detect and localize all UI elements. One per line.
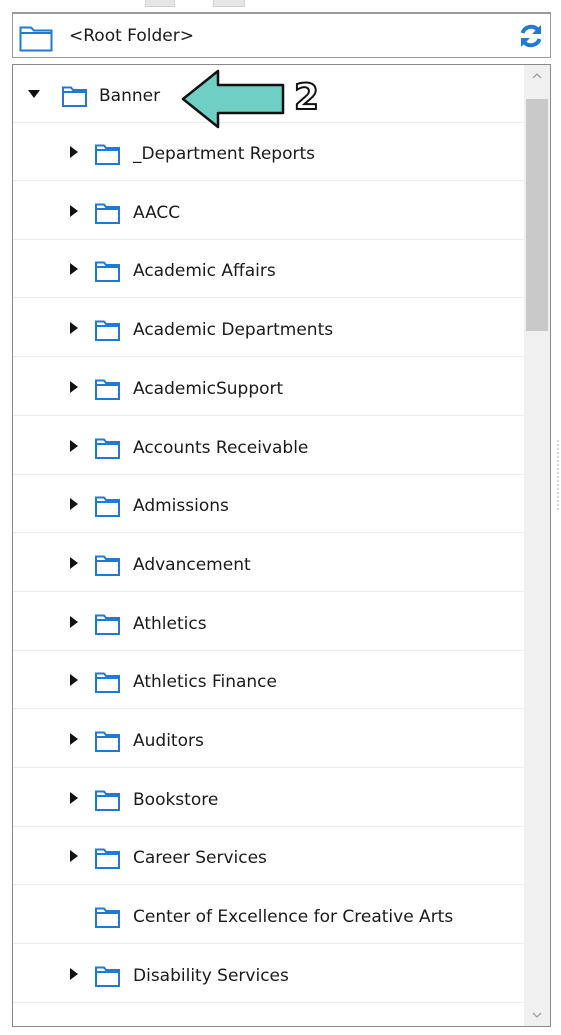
caret-right-icon[interactable] <box>67 967 81 981</box>
folder-icon <box>95 496 120 518</box>
tree-item[interactable]: Athletics <box>13 593 524 651</box>
tree-item[interactable]: Advancement <box>13 534 524 592</box>
tree-item-label: Auditors <box>133 731 204 751</box>
tree-item-label: AcademicSupport <box>133 378 284 399</box>
caret-right-icon[interactable] <box>67 497 81 511</box>
folder-icon <box>95 966 120 987</box>
folder-icon <box>95 438 120 459</box>
caret-right-icon[interactable] <box>67 791 81 805</box>
folder-icon <box>95 320 120 342</box>
root-folder-label: <Root Folder> <box>69 26 194 46</box>
folder-icon <box>95 261 120 283</box>
caret-down-icon[interactable] <box>27 87 41 101</box>
vertical-scrollbar[interactable] <box>524 65 550 1026</box>
tree-item-label: Banner <box>99 86 161 106</box>
annotation-number: 2 <box>293 76 320 119</box>
tree-item[interactable]: Admissions <box>13 475 524 534</box>
refresh-icon[interactable] <box>518 23 544 49</box>
tree-item[interactable]: Center of Excellence for Creative Arts <box>13 886 524 945</box>
tree-item-label: Athletics <box>133 613 207 634</box>
caret-right-icon[interactable] <box>67 673 81 687</box>
caret-right-icon[interactable] <box>67 849 81 863</box>
tree-item-label: Athletics Finance <box>133 672 277 693</box>
tree-item-label: Career Services <box>133 848 267 869</box>
caret-right-icon[interactable] <box>67 556 81 570</box>
tree-item[interactable]: Academic Affairs <box>13 240 524 299</box>
tree-item[interactable]: Academic Departments <box>13 299 524 358</box>
folder-icon <box>95 848 120 870</box>
tree-item[interactable]: AACC <box>13 182 524 240</box>
tree-item-label: AACC <box>133 202 181 223</box>
caret-right-icon[interactable] <box>67 204 81 218</box>
top-tab <box>213 0 245 7</box>
tree-item-label: Accounts Receivable <box>133 437 309 458</box>
tree-item[interactable]: Accounts Receivable <box>13 417 524 475</box>
caret-right-icon[interactable] <box>67 145 81 159</box>
tree-item-label: Admissions <box>133 496 229 517</box>
folder-icon <box>95 731 120 752</box>
folder-icon <box>95 555 120 576</box>
tree-item[interactable]: Disability Services <box>13 945 524 1003</box>
tree-item-label: Disability Services <box>133 965 289 986</box>
splitter-grip[interactable] <box>557 440 561 510</box>
tree-item-label: _Department Reports <box>133 144 315 164</box>
tree-item[interactable]: Auditors <box>13 710 524 768</box>
folder-icon <box>95 790 120 811</box>
root-folder-bar[interactable]: <Root Folder> <box>12 12 551 58</box>
tree-item-label: Advancement <box>133 554 251 575</box>
folder-icon <box>95 144 120 165</box>
folder-icon <box>62 86 87 107</box>
folder-icon <box>95 672 120 694</box>
tree-item[interactable]: Bookstore <box>13 769 524 827</box>
folder-tree-list: Banner _Department Reports AACC Academic A… <box>13 65 524 1026</box>
folder-tree[interactable]: Banner _Department Reports AACC Academic A… <box>12 64 551 1027</box>
top-tab <box>145 0 175 7</box>
tree-item-label: Center of Excellence for Creative Arts <box>133 907 454 928</box>
folder-icon <box>95 614 120 635</box>
tree-item-label: Academic Affairs <box>133 261 276 282</box>
folder-icon <box>95 379 120 400</box>
folder-icon <box>19 26 53 52</box>
caret-right-icon[interactable] <box>67 615 81 629</box>
caret-right-icon[interactable] <box>67 380 81 394</box>
chevron-up-icon[interactable] <box>524 65 550 87</box>
tree-item[interactable]: Career Services <box>13 827 524 886</box>
caret-right-icon[interactable] <box>67 732 81 746</box>
tree-item-label: Bookstore <box>133 789 219 810</box>
tree-item-label: Academic Departments <box>133 320 334 341</box>
top-strip <box>0 0 561 12</box>
tree-item[interactable]: Athletics Finance <box>13 651 524 710</box>
caret-right-icon[interactable] <box>67 439 81 453</box>
chevron-down-icon[interactable] <box>524 1004 550 1026</box>
scrollbar-thumb[interactable] <box>526 99 548 331</box>
folder-icon <box>95 907 120 929</box>
folder-icon <box>95 203 120 224</box>
caret-right-icon[interactable] <box>67 262 81 276</box>
tree-item[interactable]: AcademicSupport <box>13 358 524 416</box>
caret-right-icon[interactable] <box>67 321 81 335</box>
